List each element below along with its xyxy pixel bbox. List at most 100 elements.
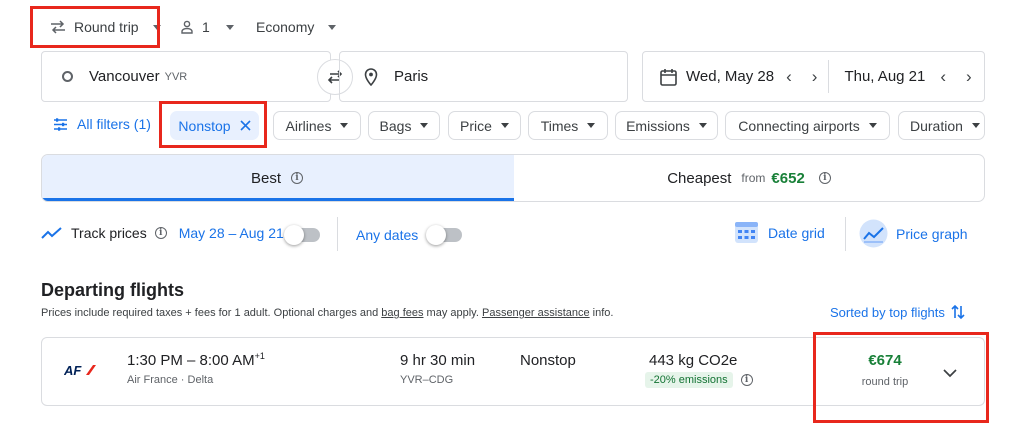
destination-field[interactable]: Paris [339,51,628,102]
track-prices: Track prices i May 28 – Aug 21 [41,225,284,241]
filter-sliders-icon [53,117,68,131]
flight-times-label: 1:30 PM – 8:00 AM [127,352,255,369]
chevron-down-icon [340,123,349,128]
passenger-assistance-link[interactable]: Passenger assistance [482,307,590,319]
all-filters-button[interactable]: All filters (1) [53,116,151,132]
cabin-class-label: Economy [256,19,315,35]
chip-emissions-label: Emissions [626,117,690,134]
tab-cheapest-label: Cheapest [667,169,732,187]
chip-nonstop-label: Nonstop [178,117,231,134]
day-offset: +1 [254,351,265,361]
any-dates-label: Any dates [356,227,419,243]
emissions-badge: -20% emissions [645,372,733,388]
flight-route: YVR–CDG [400,374,454,386]
chip-airlines[interactable]: Airlines [273,111,361,140]
sort-arrows-icon [950,303,966,321]
round-trip-icon [50,20,66,34]
svg-text:AF: AF [64,363,82,378]
price-graph-button[interactable]: Price graph [859,219,968,248]
chip-times-label: Times [540,117,579,134]
chip-emissions[interactable]: Emissions [615,111,718,140]
depart-date[interactable]: Wed, May 28 [686,68,774,85]
chip-price-label: Price [460,117,492,134]
trend-line-icon [41,226,63,240]
chip-airlines-label: Airlines [285,117,332,134]
origin-field[interactable]: Vancouver YVR [41,51,331,102]
info-icon[interactable]: i [740,374,753,386]
chevron-down-icon [328,24,337,30]
track-date-range: May 28 – Aug 21 [178,225,284,241]
origin-circle-icon [62,71,73,82]
air-france-logo: AF [63,363,96,378]
cabin-class-dropdown[interactable]: Economy [256,17,337,37]
flight-result-card[interactable] [41,337,985,406]
chevron-down-icon [500,123,509,128]
track-prices-label: Track prices [71,225,147,241]
location-pin-icon [364,67,378,86]
info-icon[interactable]: i [818,172,831,184]
chip-connecting-airports[interactable]: Connecting airports [725,111,890,140]
trip-type-dropdown[interactable]: Round trip [50,17,161,37]
airline-logo: AF [63,362,98,383]
chip-times[interactable]: Times [528,111,608,140]
chip-duration-label: Duration [910,117,963,134]
chevron-right-icon[interactable]: › [966,67,972,87]
chevron-right-icon[interactable]: › [812,67,818,87]
flight-emissions: 443 kg CO2e [649,352,738,369]
trip-type-label: Round trip [74,19,139,35]
tab-cheapest-from: from [741,171,766,185]
chip-connecting-airports-label: Connecting airports [738,117,860,134]
chip-nonstop[interactable]: Nonstop [170,111,259,140]
sort-button[interactable]: Sorted by top flights [830,303,966,321]
passengers-count: 1 [202,19,210,35]
chevron-down-icon [152,24,161,30]
chip-bags-label: Bags [379,117,412,134]
origin-code: YVR [164,70,188,83]
emissions-info: -20% emissions i [645,372,753,388]
chevron-down-icon [420,123,429,128]
chevron-down-icon [587,123,596,128]
track-prices-toggle[interactable] [284,225,320,245]
flight-duration: 9 hr 30 min [400,352,476,369]
info-icon[interactable]: i [154,227,167,239]
sort-label: Sorted by top flights [830,304,945,320]
close-icon[interactable] [240,120,251,131]
chevron-down-icon [943,369,957,378]
chevron-down-icon [971,123,980,128]
destination-city: Paris [394,68,429,85]
return-date[interactable]: Thu, Aug 21 [844,68,925,85]
chip-bags[interactable]: Bags [368,111,440,140]
date-grid-button[interactable]: Date grid [734,220,825,245]
flight-airlines: Air France · Delta [127,374,214,386]
price-graph-label: Price graph [896,225,968,242]
chevron-down-icon [225,24,234,30]
tab-best[interactable]: Best i [41,155,513,201]
price-note-middle: may apply. [423,307,482,319]
chevron-down-icon [698,123,707,128]
price-graph-icon [859,219,888,248]
expand-button[interactable] [943,365,957,383]
price-note-prefix: Prices include required taxes + fees for… [41,307,382,319]
date-grid-label: Date grid [768,224,825,241]
passengers-dropdown[interactable]: 1 [180,17,234,37]
divider [845,217,846,251]
person-icon [180,20,194,34]
page-title: Departing flights [41,280,184,300]
any-dates-toggle[interactable] [426,225,462,245]
info-icon[interactable]: i [291,172,303,184]
tab-cheapest[interactable]: Cheapest from €652 i [513,155,985,201]
flight-stops: Nonstop [520,352,576,369]
chevron-down-icon [868,123,877,128]
date-divider [828,60,830,93]
bag-fees-link[interactable]: bag fees [381,307,423,319]
chevron-left-icon[interactable]: ‹ [940,67,946,87]
flight-price-type: round trip [861,376,909,388]
all-filters-label: All filters (1) [77,116,151,132]
chip-price[interactable]: Price [448,111,521,140]
chevron-left-icon[interactable]: ‹ [786,67,792,87]
tab-best-label: Best [250,169,281,187]
price-note-suffix: info. [589,307,614,319]
chip-duration[interactable]: Duration [898,111,985,140]
calendar-icon [660,68,677,86]
date-field[interactable]: Wed, May 28 ‹ › Thu, Aug 21 ‹ › [642,51,985,102]
